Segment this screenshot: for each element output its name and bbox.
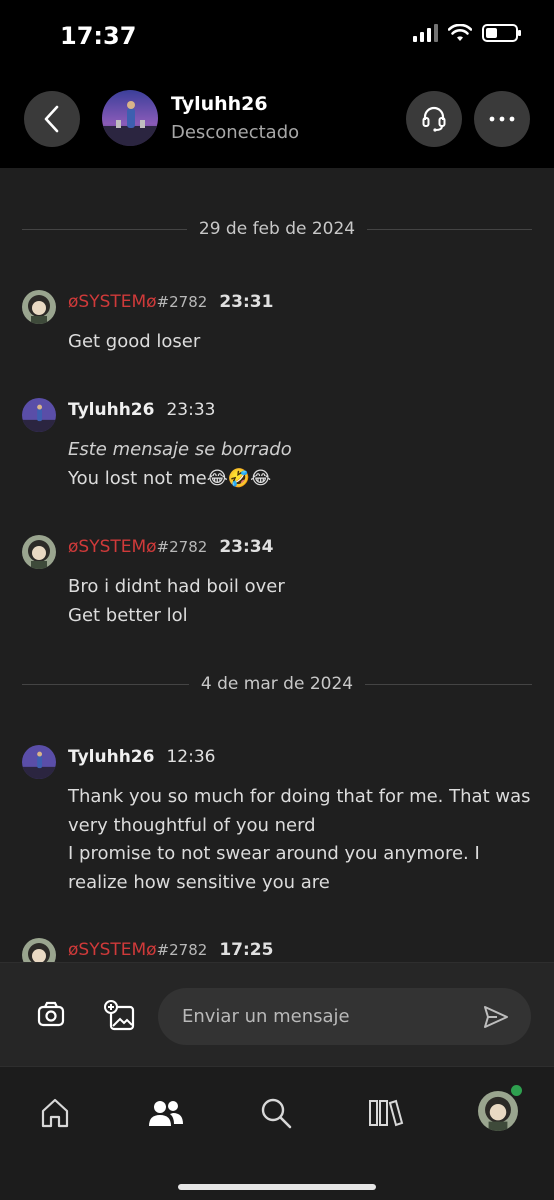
- battery-icon: [482, 24, 521, 42]
- message-body: Este mensaje se borrado You lost not me😂…: [68, 436, 538, 493]
- headset-icon: [422, 106, 446, 132]
- date-separator: 4 de mar de 2024: [22, 674, 533, 694]
- message: øSYSTEMø #2782 23:31 Get good loser: [22, 290, 542, 354]
- message: Tyluhh26 12:36 Thank you so much for doi…: [22, 745, 542, 897]
- bottom-navigation: [0, 1066, 554, 1200]
- message-body: Thank you so much for doing that for me.…: [68, 783, 538, 897]
- message-body: Bro i didnt had boil over Get better lol: [68, 573, 538, 630]
- sender-name[interactable]: øSYSTEMø: [68, 292, 157, 312]
- avatar-image: [478, 1091, 518, 1131]
- message-time: 23:33: [166, 400, 216, 420]
- message-composer: [0, 962, 554, 1066]
- sender-tag: #2782: [156, 293, 208, 311]
- sender-name[interactable]: øSYSTEMø: [68, 537, 157, 557]
- more-icon: [489, 116, 515, 122]
- chevron-left-icon: [44, 105, 59, 133]
- home-indicator[interactable]: [178, 1184, 376, 1190]
- status-time: 17:37: [60, 22, 137, 50]
- contact-avatar[interactable]: [102, 90, 158, 146]
- divider: [365, 683, 533, 685]
- avatar-image: [22, 398, 56, 432]
- cellular-signal-icon: [413, 24, 438, 42]
- nav-home[interactable]: [33, 1091, 77, 1135]
- message-time: 23:34: [219, 537, 274, 557]
- date-label: 4 de mar de 2024: [200, 674, 354, 694]
- sender-avatar[interactable]: [22, 938, 56, 962]
- library-icon: [369, 1099, 404, 1127]
- message-text: Bro i didnt had boil over: [68, 576, 285, 597]
- contact-name: Tyluhh26: [171, 93, 268, 115]
- sender-name[interactable]: Tyluhh26: [68, 747, 154, 767]
- avatar-image: [22, 290, 56, 324]
- message-meta: Tyluhh26 23:33: [68, 400, 215, 420]
- wifi-icon: [448, 24, 472, 41]
- profile-avatar: [478, 1091, 518, 1131]
- message-text: I promise to not swear around you anymor…: [68, 843, 480, 893]
- top-bar: 17:37 Tyluhh26 Desconectado: [0, 0, 554, 168]
- avatar-image: [102, 90, 158, 146]
- divider: [367, 228, 532, 230]
- divider: [22, 228, 187, 230]
- nav-profile[interactable]: [476, 1085, 522, 1133]
- avatar-image: [22, 938, 56, 962]
- add-image-button[interactable]: [101, 998, 141, 1034]
- divider: [22, 683, 189, 685]
- message-text: Get better lol: [68, 604, 188, 626]
- date-separator: 29 de feb de 2024: [22, 219, 532, 239]
- date-label: 29 de feb de 2024: [198, 219, 356, 239]
- message-text: Thank you so much for doing that for me.…: [68, 786, 531, 836]
- message: Tyluhh26 23:33 Este mensaje se borrado Y…: [22, 398, 542, 494]
- add-image-icon: [104, 1000, 135, 1031]
- contact-status: Desconectado: [171, 122, 300, 143]
- camera-button[interactable]: [30, 999, 70, 1031]
- voice-chat-button[interactable]: [406, 91, 462, 147]
- online-status-dot: [511, 1085, 522, 1096]
- sender-avatar[interactable]: [22, 745, 56, 779]
- message: øSYSTEMø #2782 17:25: [22, 938, 542, 962]
- message: øSYSTEMø #2782 23:34 Bro i didnt had boi…: [22, 535, 542, 631]
- message-text: Get good loser: [68, 331, 201, 352]
- camera-icon: [37, 1001, 65, 1027]
- send-button[interactable]: [482, 1003, 510, 1031]
- message-time: 12:36: [166, 747, 216, 767]
- message-meta: øSYSTEMø #2782 23:31: [68, 292, 273, 312]
- friends-icon: [149, 1101, 183, 1126]
- sender-tag: #2782: [156, 538, 208, 556]
- more-options-button[interactable]: [474, 91, 530, 147]
- message-meta: Tyluhh26 12:36: [68, 747, 215, 767]
- message-time: 23:31: [219, 292, 274, 312]
- sender-tag: #2782: [156, 941, 208, 959]
- message-meta: øSYSTEMø #2782 17:25: [68, 940, 273, 960]
- sender-name[interactable]: øSYSTEMø: [68, 940, 157, 960]
- home-icon: [41, 1098, 69, 1128]
- message-body: Get good loser: [68, 328, 538, 357]
- sender-avatar[interactable]: [22, 290, 56, 324]
- back-button[interactable]: [24, 91, 80, 147]
- send-icon: [484, 1006, 508, 1028]
- message-text: You lost not me😂🤣😂: [68, 467, 272, 489]
- avatar-image: [22, 745, 56, 779]
- message-time: 17:25: [219, 940, 274, 960]
- sender-avatar[interactable]: [22, 535, 56, 569]
- sender-name[interactable]: Tyluhh26: [68, 400, 154, 420]
- status-icons: [413, 24, 521, 42]
- message-meta: øSYSTEMø #2782 23:34: [68, 537, 273, 557]
- nav-library[interactable]: [364, 1091, 408, 1135]
- avatar-image: [22, 535, 56, 569]
- nav-search[interactable]: [254, 1091, 298, 1135]
- deleted-message-note: Este mensaje se borrado: [68, 439, 292, 460]
- message-input[interactable]: [158, 988, 531, 1045]
- search-icon: [261, 1098, 292, 1129]
- nav-friends[interactable]: [144, 1091, 188, 1135]
- sender-avatar[interactable]: [22, 398, 56, 432]
